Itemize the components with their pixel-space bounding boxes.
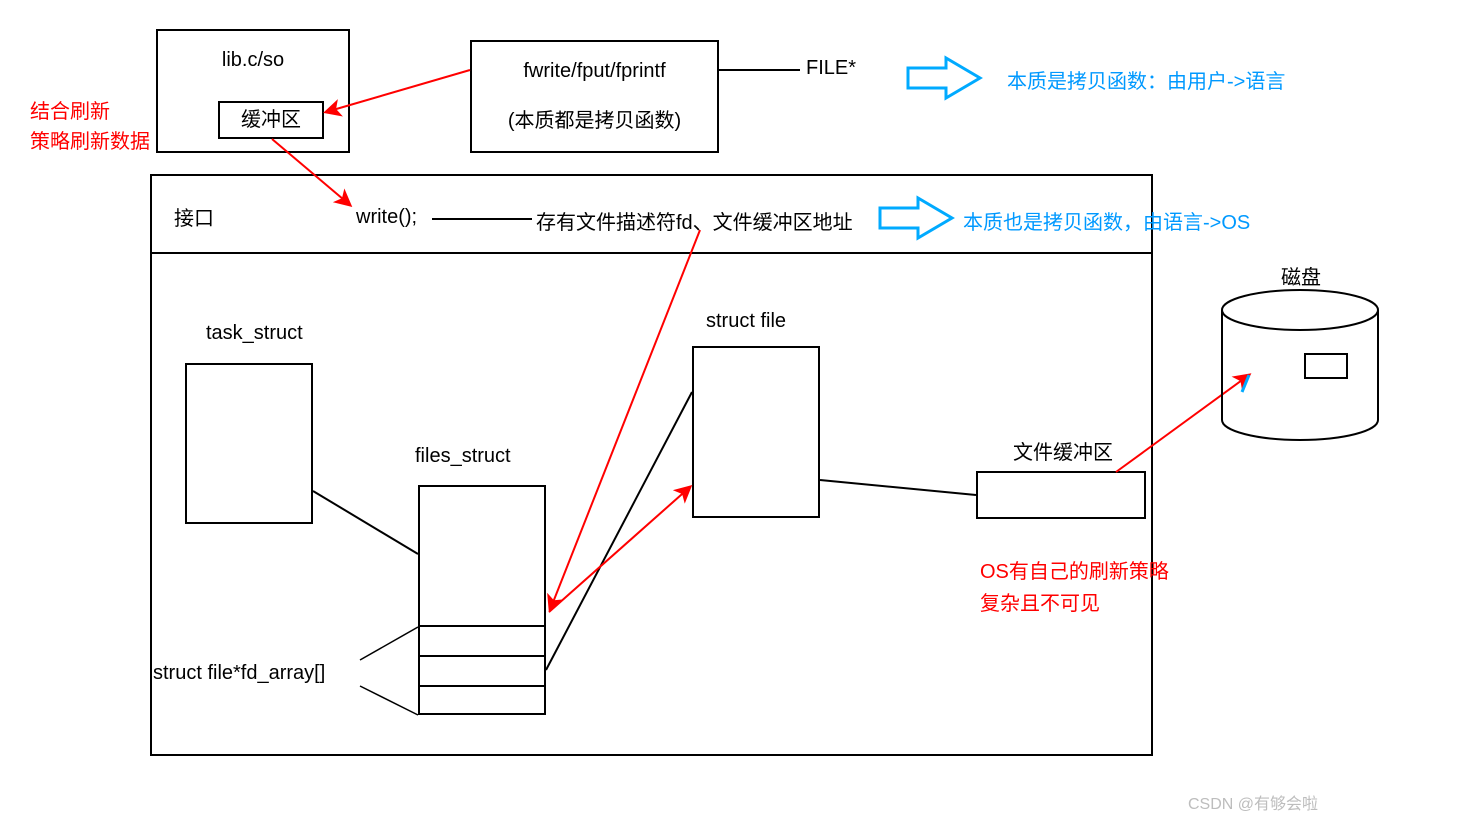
os-note-2: 复杂且不可见 <box>980 587 1100 616</box>
files-struct-row3 <box>418 685 546 687</box>
os-header-divider <box>150 252 1153 254</box>
struct-file-box <box>692 346 820 518</box>
files-struct-box <box>418 485 546 715</box>
disk-label: 磁盘 <box>1281 261 1321 290</box>
task-struct-label: task_struct <box>206 322 303 345</box>
files-struct-row1 <box>418 625 546 627</box>
files-struct-row2 <box>418 655 546 657</box>
big-arrow-1 <box>908 58 980 98</box>
fwrite-line1: fwrite/fput/fprintf <box>523 60 665 83</box>
file-ptr-label: FILE* <box>806 57 856 80</box>
disk-cylinder <box>1222 290 1378 440</box>
os-note-1: OS有自己的刷新策略 <box>980 555 1169 584</box>
task-struct-box <box>185 363 313 524</box>
watermark: CSDN @有够会啦 <box>1188 790 1318 814</box>
blue-note-2: 本质也是拷贝函数，由语言->OS <box>963 206 1250 235</box>
fwrite-box: fwrite/fput/fprintf (本质都是拷贝函数) <box>470 40 719 153</box>
write-label: write(); <box>356 206 417 229</box>
note-refresh-1: 结合刷新 <box>30 95 110 124</box>
file-buffer-box <box>976 471 1146 519</box>
buffer-label: 缓冲区 <box>241 109 301 131</box>
write-desc: 存有文件描述符fd、文件缓冲区地址 <box>536 206 853 235</box>
fd-array-label: struct file*fd_array[] <box>153 662 325 685</box>
struct-file-label: struct file <box>706 310 786 333</box>
blue-note-1: 本质是拷贝函数：由用户->语言 <box>1007 65 1285 94</box>
fwrite-line2: (本质都是拷贝函数) <box>508 104 681 133</box>
api-label: 接口 <box>174 202 214 231</box>
note-refresh-2: 策略刷新数据 <box>30 125 150 154</box>
files-struct-label: files_struct <box>415 445 511 468</box>
lib-title: lib.c/so <box>222 49 284 72</box>
file-buffer-label: 文件缓冲区 <box>1013 436 1113 465</box>
buffer-box: 缓冲区 <box>218 101 324 139</box>
